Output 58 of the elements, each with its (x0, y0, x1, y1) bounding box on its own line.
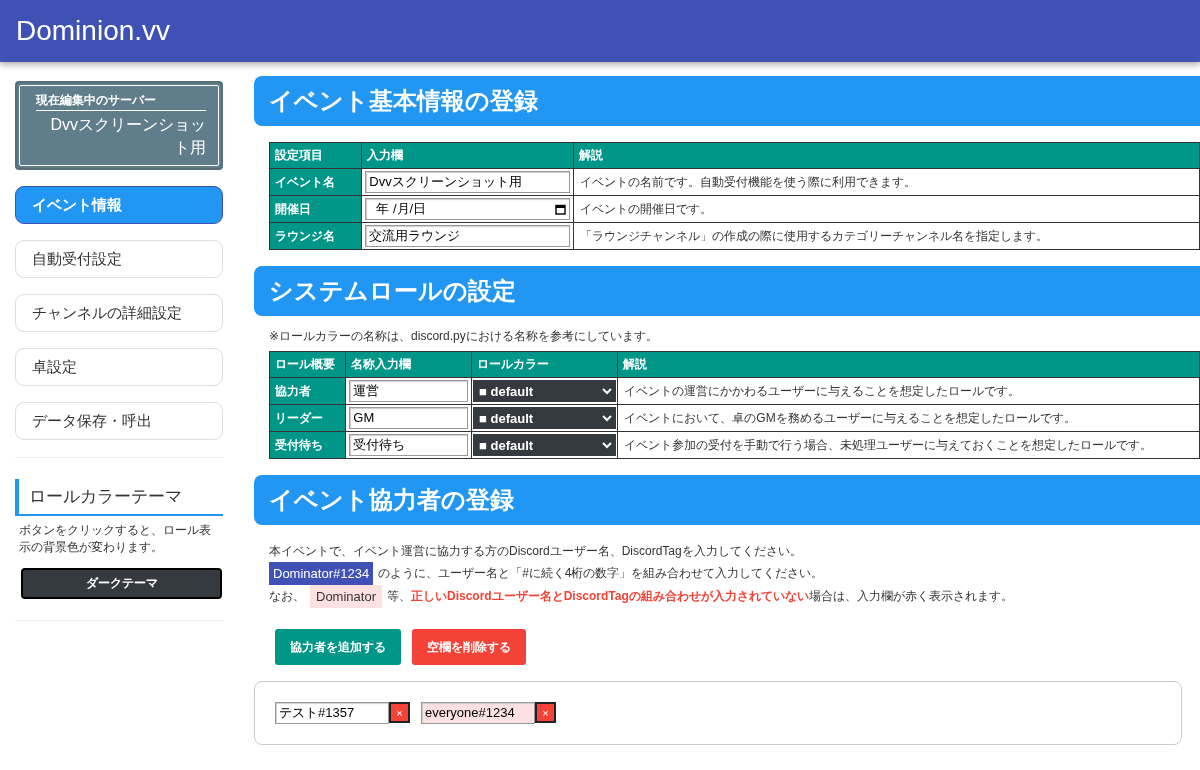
remove-button[interactable]: × (389, 702, 410, 723)
invalid-tag-example: Dominator (310, 585, 382, 608)
remove-button[interactable]: × (535, 702, 556, 723)
collaborator-field[interactable]: テスト#1357 (275, 702, 389, 724)
text-field[interactable]: 運営 (349, 380, 469, 402)
dark-theme-button[interactable]: ダークテーマ (21, 568, 222, 599)
chevron-icon (602, 387, 613, 395)
date-field[interactable]: 年 /月/日 (365, 198, 571, 220)
theme-description: ボタンをクリックすると、ロール表示の背景色が変わります。 (18, 522, 212, 556)
column-header: 解説 (573, 142, 1200, 169)
example-tag: Dominator#1234 (269, 562, 374, 585)
warning-text: 等、正しいDiscordユーザー名とDiscordTagの組み合わせが入力されていない場合は、入力欄が赤く表示されます。 (386, 588, 1013, 605)
sidebar-nav-item[interactable]: 卓設定 (15, 348, 223, 386)
description-cell: イベント参加の受付を手動で行う場合、未処理ユーザーに与えておくことを想定したロールです。 (617, 431, 1200, 459)
chevron-icon (602, 441, 613, 449)
column-header: 入力欄 (361, 142, 574, 169)
section-heading: イベント協力者の登録 (254, 475, 1200, 525)
row-label: リーダー (269, 404, 346, 432)
description-cell: イベントにおいて、卓のGMを務めるユーザーに与えることを想定したロールです。 (617, 404, 1200, 432)
color-dropdown[interactable]: ■ default (473, 434, 617, 456)
color-dropdown[interactable]: ■ default (473, 380, 617, 402)
note-text: ※ロールカラーの名称は、discord.pyにおける名称を参考にしています。 (269, 328, 659, 345)
instruction-text: なお、 (269, 588, 305, 605)
theme-heading: ロールカラーテーマ (15, 479, 223, 516)
description-cell: 「ラウンジチャンネル」の作成の際に使用するカテゴリーチャンネル名を指定します。 (573, 222, 1200, 250)
row-label: 開催日 (269, 195, 362, 223)
row-label: イベント名 (269, 168, 362, 196)
column-header: 解説 (617, 351, 1200, 378)
instruction-text: 本イベントで、イベント運営に協力する方のDiscordユーザー名、DiscordTagを入力してください。 (269, 543, 803, 560)
row-label: 協力者 (269, 377, 346, 405)
column-header: 名称入力欄 (345, 351, 472, 378)
text-field[interactable]: Dvvスクリーンショット用 (365, 171, 571, 193)
row-label: 受付待ち (269, 431, 346, 459)
calendar-icon (555, 203, 567, 215)
column-header: ロール概要 (269, 351, 346, 378)
server-name: Dvvスクリーンショット用 (49, 115, 206, 158)
description-cell: イベントの運営にかかわるユーザーに与えることを想定したロールです。 (617, 377, 1200, 405)
row-label: ラウンジ名 (269, 222, 362, 250)
sidebar-nav-item[interactable]: チャンネルの詳細設定 (15, 294, 223, 332)
description-cell: イベントの名前です。自動受付機能を使う際に利用できます。 (573, 168, 1200, 196)
sidebar-nav-item[interactable]: データ保存・呼出 (15, 402, 223, 440)
app-title: Dominion.vv (16, 15, 171, 47)
column-header: ロールカラー (471, 351, 618, 378)
chevron-icon (602, 414, 613, 422)
instruction-text: のように、ユーザー名と「#に続く4桁の数字」を組み合わせて入力してください。 (378, 565, 824, 582)
text-field[interactable]: GM (349, 407, 469, 429)
add-collaborator-button[interactable]: 協力者を追加する (275, 629, 401, 665)
remove-empty-button[interactable]: 空欄を削除する (412, 629, 526, 665)
column-header: 設定項目 (269, 142, 362, 169)
collaborator-field[interactable]: everyone#1234 (421, 702, 535, 724)
color-dropdown[interactable]: ■ default (473, 407, 617, 429)
text-field[interactable]: 交流用ラウンジ (365, 225, 571, 247)
server-label: 現在編集中のサーバー (36, 92, 206, 111)
sidebar-nav-item[interactable]: 自動受付設定 (15, 240, 223, 278)
text-field[interactable]: 受付待ち (349, 434, 469, 456)
description-cell: イベントの開催日です。 (573, 195, 1200, 223)
section-heading: システムロールの設定 (254, 266, 1200, 316)
section-heading: イベント基本情報の登録 (254, 76, 1200, 126)
